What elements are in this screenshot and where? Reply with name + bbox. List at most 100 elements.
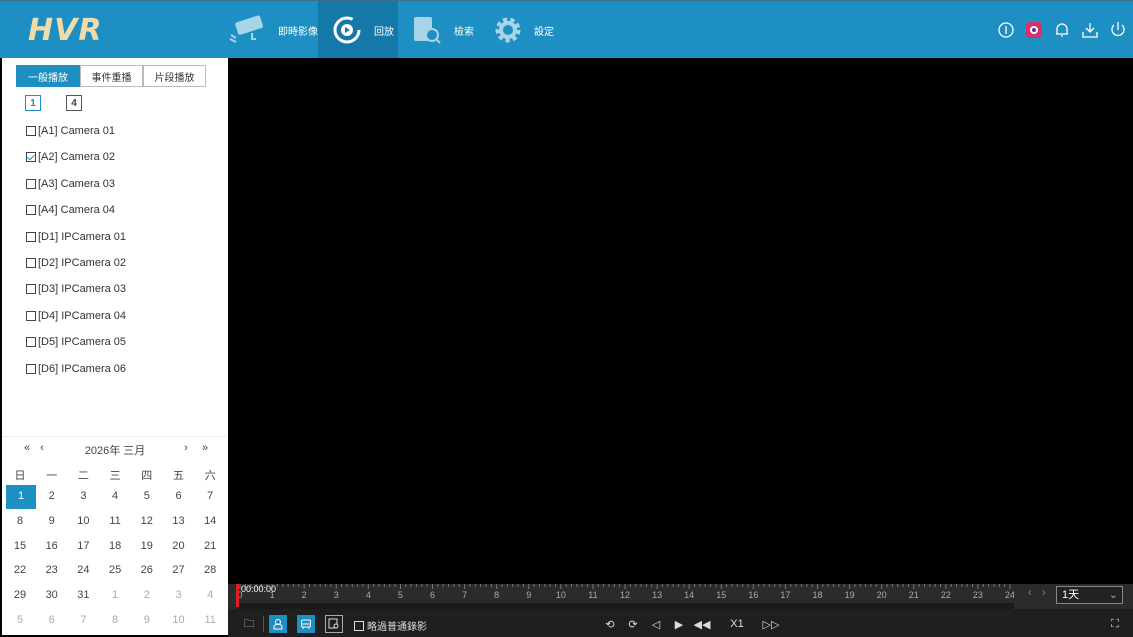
calendar-day[interactable]: 1 bbox=[6, 485, 36, 509]
camera-item[interactable]: [D5] IPCamera 05 bbox=[26, 334, 126, 350]
timeline[interactable]: 0 1 2 3 4 5 6 7 8 9 10 11 12 13 14 15 16 17 18 19 20 21 22 23 24… bbox=[228, 584, 1133, 609]
download-icon[interactable] bbox=[1081, 21, 1099, 39]
calendar-day[interactable]: 11 bbox=[100, 515, 130, 527]
tab-normal-playback[interactable]: 一般播放 bbox=[16, 65, 80, 87]
checkbox[interactable] bbox=[26, 284, 36, 295]
rewind-30s-icon[interactable]: ⟲ bbox=[601, 615, 619, 633]
camera-app-icon[interactable] bbox=[1025, 21, 1043, 39]
calendar-day[interactable]: 24 bbox=[68, 564, 98, 576]
calendar-day[interactable]: 3 bbox=[164, 589, 194, 601]
fast-forward-icon[interactable]: ▷▷ bbox=[762, 615, 780, 633]
person-filter-button[interactable] bbox=[269, 615, 287, 633]
calendar-day[interactable]: 21 bbox=[195, 540, 225, 552]
calendar-day[interactable]: 4 bbox=[100, 490, 130, 502]
camera-item[interactable]: [D2] IPCamera 02 bbox=[26, 255, 126, 271]
calendar-day[interactable]: 22 bbox=[5, 564, 35, 576]
calendar-day[interactable]: 27 bbox=[164, 564, 194, 576]
reverse-play-icon[interactable]: ◁ bbox=[647, 615, 665, 633]
calendar-day[interactable]: 6 bbox=[164, 490, 194, 502]
video-area[interactable] bbox=[228, 58, 1133, 584]
nav-live[interactable]: 即時影像 bbox=[228, 1, 318, 59]
timeline-ruler[interactable]: 0 1 2 3 4 5 6 7 8 9 10 11 12 13 14 15 16 17 18 19 20 21 22 23 24 bbox=[238, 584, 1014, 609]
playhead[interactable] bbox=[236, 584, 239, 607]
calendar-day[interactable]: 30 bbox=[37, 589, 67, 601]
play-icon[interactable]: ▶ bbox=[670, 615, 688, 633]
calendar-day[interactable]: 26 bbox=[132, 564, 162, 576]
checkbox[interactable] bbox=[26, 310, 36, 321]
checkbox[interactable] bbox=[26, 258, 36, 268]
camera-item[interactable]: [A3] Camera 03 bbox=[26, 176, 115, 192]
calendar-day[interactable]: 4 bbox=[195, 589, 225, 601]
calendar-day[interactable]: 8 bbox=[5, 515, 35, 527]
camera-item[interactable]: [D4] IPCamera 04 bbox=[26, 308, 126, 324]
folder-icon[interactable]: 🗀 bbox=[240, 615, 258, 633]
layout-4-button[interactable]: 4 bbox=[66, 95, 82, 111]
calendar-day[interactable]: 9 bbox=[132, 614, 162, 626]
calendar-day[interactable]: 29 bbox=[5, 589, 35, 601]
calendar-day[interactable]: 31 bbox=[68, 589, 98, 601]
checkbox[interactable] bbox=[26, 337, 36, 348]
calendar-day[interactable]: 6 bbox=[37, 614, 67, 626]
calendar-day[interactable]: 16 bbox=[37, 540, 67, 552]
camera-item[interactable]: [A2] Camera 02 bbox=[26, 149, 115, 165]
calendar-day[interactable]: 20 bbox=[164, 540, 194, 552]
info-icon[interactable] bbox=[997, 21, 1015, 39]
prev-month-button[interactable]: ‹ bbox=[30, 442, 54, 454]
checkbox[interactable] bbox=[26, 178, 36, 189]
checkbox[interactable] bbox=[26, 152, 36, 163]
calendar-day[interactable]: 7 bbox=[195, 490, 225, 502]
calendar-day[interactable]: 10 bbox=[68, 515, 98, 527]
checkbox[interactable] bbox=[26, 231, 36, 242]
calendar-day[interactable]: 15 bbox=[5, 540, 35, 552]
calendar-day[interactable]: 18 bbox=[100, 540, 130, 552]
vehicle-filter-button[interactable] bbox=[297, 615, 315, 633]
timeline-next-button[interactable]: › bbox=[1042, 587, 1046, 599]
calendar-day[interactable]: 23 bbox=[37, 564, 67, 576]
camera-item[interactable]: [A4] Camera 04 bbox=[26, 202, 115, 218]
checkbox[interactable] bbox=[26, 126, 36, 136]
checkbox[interactable] bbox=[26, 363, 36, 374]
weekday-label: 四 bbox=[141, 470, 153, 482]
slow-down-icon[interactable]: ◀◀ bbox=[693, 615, 711, 633]
calendar-day[interactable]: 28 bbox=[195, 564, 225, 576]
power-icon[interactable] bbox=[1109, 21, 1127, 39]
forward-30s-icon[interactable]: ⟳ bbox=[624, 615, 642, 633]
camera-item[interactable]: [D1] IPCamera 01 bbox=[26, 229, 126, 245]
nav-settings[interactable]: 設定 bbox=[494, 1, 564, 59]
calendar-day[interactable]: 1 bbox=[100, 589, 130, 601]
calendar-day[interactable]: 2 bbox=[132, 589, 162, 601]
bell-icon[interactable] bbox=[1053, 21, 1071, 39]
checkbox[interactable] bbox=[354, 620, 364, 631]
calendar-day[interactable]: 7 bbox=[68, 614, 98, 626]
calendar-day[interactable]: 5 bbox=[132, 490, 162, 502]
calendar-day[interactable]: 14 bbox=[195, 515, 225, 527]
calendar-day[interactable]: 17 bbox=[68, 540, 98, 552]
next-year-button[interactable]: » bbox=[190, 442, 220, 454]
nav-playback[interactable]: 回放 bbox=[318, 1, 398, 59]
calendar-day[interactable]: 11 bbox=[195, 614, 225, 626]
time-range-select[interactable]: 1天 ⌄ bbox=[1056, 586, 1123, 604]
calendar-day[interactable]: 10 bbox=[164, 614, 194, 626]
camera-item[interactable]: [A1] Camera 01 bbox=[26, 123, 115, 139]
calendar-day[interactable]: 13 bbox=[164, 515, 194, 527]
calendar-day[interactable]: 19 bbox=[132, 540, 162, 552]
image-search-button[interactable] bbox=[325, 615, 343, 633]
calendar-day[interactable]: 9 bbox=[37, 515, 67, 527]
calendar-day[interactable]: 2 bbox=[37, 490, 67, 502]
fullscreen-icon[interactable]: ⛶ bbox=[1106, 615, 1124, 633]
camera-label: [A2] Camera 02 bbox=[38, 151, 116, 164]
tab-event-playback[interactable]: 事件重播 bbox=[80, 65, 143, 87]
checkbox[interactable] bbox=[26, 205, 36, 216]
calendar-day[interactable]: 5 bbox=[5, 614, 35, 626]
camera-item[interactable]: [D3] IPCamera 03 bbox=[26, 281, 126, 297]
calendar-day[interactable]: 3 bbox=[68, 490, 98, 502]
layout-1-button[interactable]: 1 bbox=[25, 95, 41, 111]
calendar-day[interactable]: 25 bbox=[100, 564, 130, 576]
timeline-prev-button[interactable]: ‹ bbox=[1028, 587, 1032, 599]
skip-normal-recording-checkbox[interactable]: 略過普通錄影 bbox=[354, 618, 427, 633]
tab-clip-playback[interactable]: 片段播放 bbox=[143, 65, 206, 87]
calendar-day[interactable]: 12 bbox=[132, 515, 162, 527]
nav-search[interactable]: 檢索 bbox=[412, 1, 482, 59]
calendar-day[interactable]: 8 bbox=[100, 614, 130, 626]
camera-item[interactable]: [D6] IPCamera 06 bbox=[26, 361, 126, 377]
